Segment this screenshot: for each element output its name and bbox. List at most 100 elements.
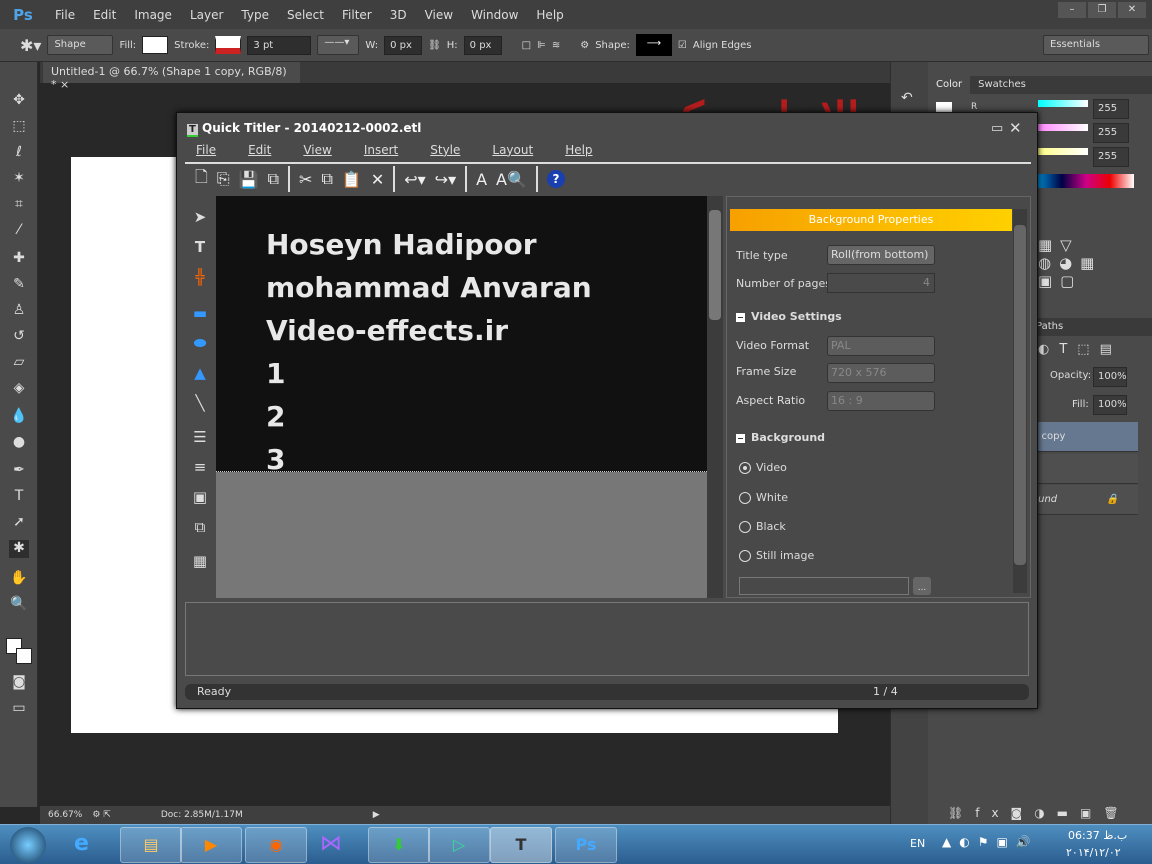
path-select-icon[interactable]: ➚ <box>9 514 29 532</box>
link-icon[interactable]: ⛓ <box>428 40 441 51</box>
zoom-level[interactable]: 66.67% <box>48 810 82 820</box>
clock-time[interactable]: 06:37 ب.ظ <box>1068 829 1127 842</box>
brush-tool-icon[interactable]: ✎ <box>9 276 29 294</box>
adjustments-icons[interactable]: ▦▽ ◍◕▦ ▣▢ <box>1038 236 1102 290</box>
image-path-field[interactable] <box>739 577 909 595</box>
titler-menu-insert[interactable]: Insert <box>355 143 407 157</box>
maximize-icon[interactable]: ▭ <box>991 121 1003 136</box>
marquee-tool-icon[interactable]: ⬚ <box>9 118 29 136</box>
start-button[interactable] <box>10 827 46 863</box>
tab-paths[interactable]: Paths <box>1036 321 1063 332</box>
grid-tool-icon[interactable]: ▦ <box>190 552 210 570</box>
hand-tool-icon[interactable]: ✋ <box>9 570 29 588</box>
delete-icon[interactable]: ✕ <box>371 170 384 189</box>
redo-icon[interactable]: ↪▾ <box>435 170 456 189</box>
triangle-tool-icon[interactable]: ▲ <box>190 364 210 382</box>
layer-filter-icons[interactable]: ◐T⬚▤ <box>1038 342 1122 357</box>
titler-menu-layout[interactable]: Layout <box>483 143 542 157</box>
taskbar-media[interactable]: ▷ <box>428 827 490 863</box>
move-tool-icon[interactable]: ✥ <box>9 92 29 110</box>
text-tool-icon[interactable]: T <box>190 238 210 256</box>
title-line[interactable]: Hoseyn Hadipoor <box>266 228 537 261</box>
radio-button[interactable] <box>739 462 751 474</box>
title-line[interactable]: Video-effects.ir <box>266 314 508 347</box>
opacity-field[interactable]: 100% <box>1093 367 1127 387</box>
collapse-icon[interactable] <box>736 433 745 443</box>
pen-tool-icon[interactable]: ✒ <box>9 462 29 480</box>
aspect-ratio-dropdown[interactable]: 16 : 9 <box>827 391 935 411</box>
zoom-tool-icon[interactable]: 🔍 <box>9 596 29 614</box>
stroke-swatch[interactable] <box>215 36 242 54</box>
align-tool-icon[interactable]: ☰ <box>190 428 210 446</box>
radio-video[interactable]: Video <box>739 461 787 474</box>
menu-edit[interactable]: Edit <box>84 8 125 22</box>
close-tab-icon[interactable]: × <box>60 78 69 91</box>
minimize-icon[interactable]: – <box>1058 2 1086 18</box>
title-line[interactable]: 2 <box>266 400 285 433</box>
quick-mask-icon[interactable]: ◙ <box>9 674 29 692</box>
frame-size-dropdown[interactable]: 720 x 576 <box>827 363 935 383</box>
save-icon[interactable]: 💾 <box>239 170 259 189</box>
pages-field[interactable]: 4 <box>827 273 935 293</box>
rectangle-tool-icon[interactable]: ▬ <box>190 304 210 322</box>
gear-icon[interactable]: ⚙ <box>580 40 589 51</box>
custom-shape-tool-icon[interactable]: ✱▾ <box>20 36 41 55</box>
close-icon[interactable]: ✕ <box>1118 2 1146 18</box>
tab-color[interactable]: Color <box>928 76 971 94</box>
find-text-icon[interactable]: A🔍 <box>496 170 527 189</box>
menu-help[interactable]: Help <box>527 8 572 22</box>
taskbar-firefox[interactable]: ◉ <box>245 827 307 863</box>
status-menu-arrow[interactable]: ▶ <box>373 810 380 820</box>
custom-shape-tool-icon[interactable]: ✱ <box>9 540 29 558</box>
select-tool-icon[interactable]: ➤ <box>190 208 210 226</box>
title-type-dropdown[interactable]: Roll(from bottom) <box>827 245 935 265</box>
shape-picker[interactable]: ⟶ <box>635 34 672 56</box>
menu-type[interactable]: Type <box>232 8 278 22</box>
properties-scrollbar[interactable] <box>1013 209 1027 593</box>
color-spectrum[interactable] <box>1038 174 1134 188</box>
bucket-icon[interactable]: ◈ <box>9 380 29 398</box>
fill-swatch[interactable] <box>142 36 169 54</box>
type-tool-icon[interactable]: T <box>9 488 29 506</box>
menu-image[interactable]: Image <box>125 8 181 22</box>
titler-menu-view[interactable]: View <box>294 143 340 157</box>
restore-icon[interactable]: ❐ <box>1088 2 1116 18</box>
menu-filter[interactable]: Filter <box>333 8 381 22</box>
ellipse-tool-icon[interactable]: ⬬ <box>190 334 210 352</box>
background-color[interactable] <box>16 648 32 664</box>
stamp-tool-icon[interactable]: ♙ <box>9 302 29 320</box>
taskbar-internet-explorer[interactable]: e <box>74 831 89 856</box>
height-field[interactable]: 0 px <box>463 35 502 55</box>
video-settings-section[interactable]: Video Settings <box>736 310 842 323</box>
stroke-type-select[interactable]: ——▾ <box>317 35 360 55</box>
open-icon[interactable]: ⎘ <box>217 169 230 189</box>
new-icon[interactable]: 🗋 <box>195 166 208 193</box>
tab-swatches[interactable]: Swatches <box>970 76 1034 94</box>
dodge-tool-icon[interactable]: ● <box>9 434 29 452</box>
language-indicator[interactable]: EN <box>910 837 925 850</box>
center-tool-icon[interactable]: ▣ <box>190 488 210 506</box>
scrollbar-thumb[interactable] <box>1014 225 1026 565</box>
magic-wand-icon[interactable]: ✶ <box>9 170 29 188</box>
clock-date[interactable]: ۲۰۱۴/۱۲/۰۲ <box>1066 846 1121 859</box>
history-icon[interactable]: ↶ <box>901 90 913 106</box>
workspace-select[interactable]: Essentials <box>1043 35 1149 55</box>
eraser-icon[interactable]: ▱ <box>9 354 29 372</box>
red-value[interactable]: 255 <box>1093 99 1129 119</box>
align-edges-checkbox[interactable]: ☑ <box>678 40 687 51</box>
stroke-width-field[interactable]: 3 pt <box>247 35 312 55</box>
titler-menu-style[interactable]: Style <box>421 143 469 157</box>
taskbar-visual-studio[interactable]: ⋈ <box>320 831 342 856</box>
cut-icon[interactable]: ✂ <box>299 170 312 189</box>
history-brush-icon[interactable]: ↺ <box>9 328 29 346</box>
text-style-icon[interactable]: A <box>476 170 487 189</box>
layers-footer-icons[interactable]: ⛓fx◙◑▬▣🗑 <box>948 806 1131 820</box>
browse-button[interactable]: ... <box>913 577 931 595</box>
menu-3d[interactable]: 3D <box>381 8 416 22</box>
status-icons[interactable]: ⚙ ⇱ <box>92 810 110 820</box>
line-tool-icon[interactable]: ╲ <box>190 394 210 412</box>
eyedropper-icon[interactable]: ⁄ <box>9 222 29 240</box>
width-field[interactable]: 0 px <box>384 35 423 55</box>
menu-view[interactable]: View <box>416 8 462 22</box>
healing-brush-icon[interactable]: ✚ <box>9 250 29 268</box>
